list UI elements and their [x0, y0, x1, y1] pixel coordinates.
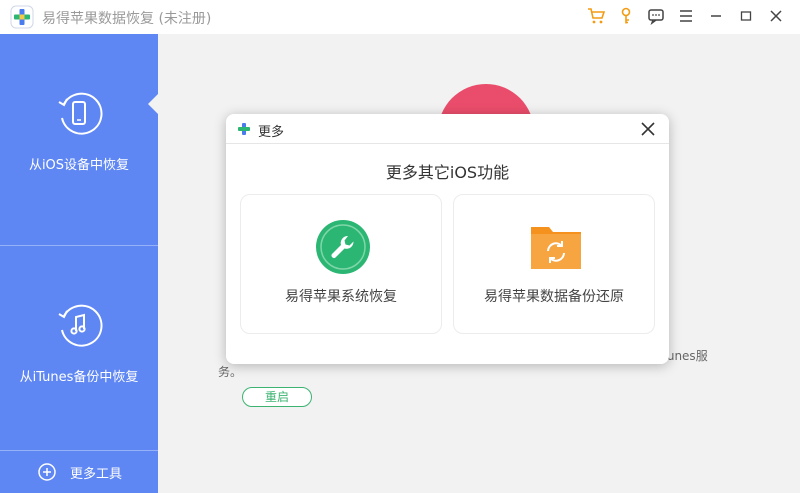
modal-header: 更多	[226, 114, 669, 144]
close-icon[interactable]	[766, 6, 786, 26]
sidebar-divider	[0, 245, 158, 246]
sidebar: 从iOS设备中恢复 从iTunes备份中恢复 更多工具	[0, 34, 158, 493]
wrench-icon	[316, 220, 370, 274]
restart-button[interactable]: 重启	[242, 387, 312, 407]
system-recovery-card[interactable]: 易得苹果系统恢复	[240, 194, 442, 334]
modal-title: 更多	[258, 125, 285, 140]
maximize-icon[interactable]	[736, 6, 756, 26]
close-icon[interactable]	[639, 120, 657, 138]
phone-restore-icon	[58, 92, 103, 135]
app-logo-icon	[10, 5, 34, 29]
plus-circle-icon	[38, 463, 56, 481]
key-icon[interactable]	[616, 6, 636, 26]
menu-icon[interactable]	[676, 6, 696, 26]
sidebar-item-itunes-backup[interactable]: 从iTunes备份中恢复	[0, 300, 158, 385]
sidebar-item-label: 从iTunes备份中恢复	[19, 370, 139, 385]
sidebar-active-pointer	[148, 94, 158, 114]
feedback-icon[interactable]	[646, 6, 666, 26]
modal-heading: 更多其它iOS功能	[385, 163, 510, 182]
partial-text-line2: 务。	[218, 365, 243, 379]
title-bar: 易得苹果数据恢复 (未注册)	[0, 0, 800, 34]
minimize-icon[interactable]	[706, 6, 726, 26]
music-restore-icon	[58, 304, 103, 347]
more-modal: 更多 更多其它iOS功能 易得苹果系统恢复 易得苹果数据备份还原	[226, 114, 669, 364]
cart-icon[interactable]	[586, 6, 606, 26]
more-tools-button[interactable]: 更多工具	[0, 450, 158, 493]
backup-restore-card[interactable]: 易得苹果数据备份还原	[453, 194, 655, 334]
card-label: 易得苹果数据备份还原	[484, 289, 624, 305]
sidebar-item-label: 从iOS设备中恢复	[28, 158, 130, 173]
card-label: 易得苹果系统恢复	[285, 289, 397, 305]
window-title: 易得苹果数据恢复 (未注册)	[42, 11, 212, 27]
folder-sync-icon	[531, 227, 581, 269]
more-tools-label: 更多工具	[70, 466, 123, 482]
app-logo-icon	[238, 123, 250, 135]
sidebar-item-ios-device[interactable]: 从iOS设备中恢复	[0, 88, 158, 173]
